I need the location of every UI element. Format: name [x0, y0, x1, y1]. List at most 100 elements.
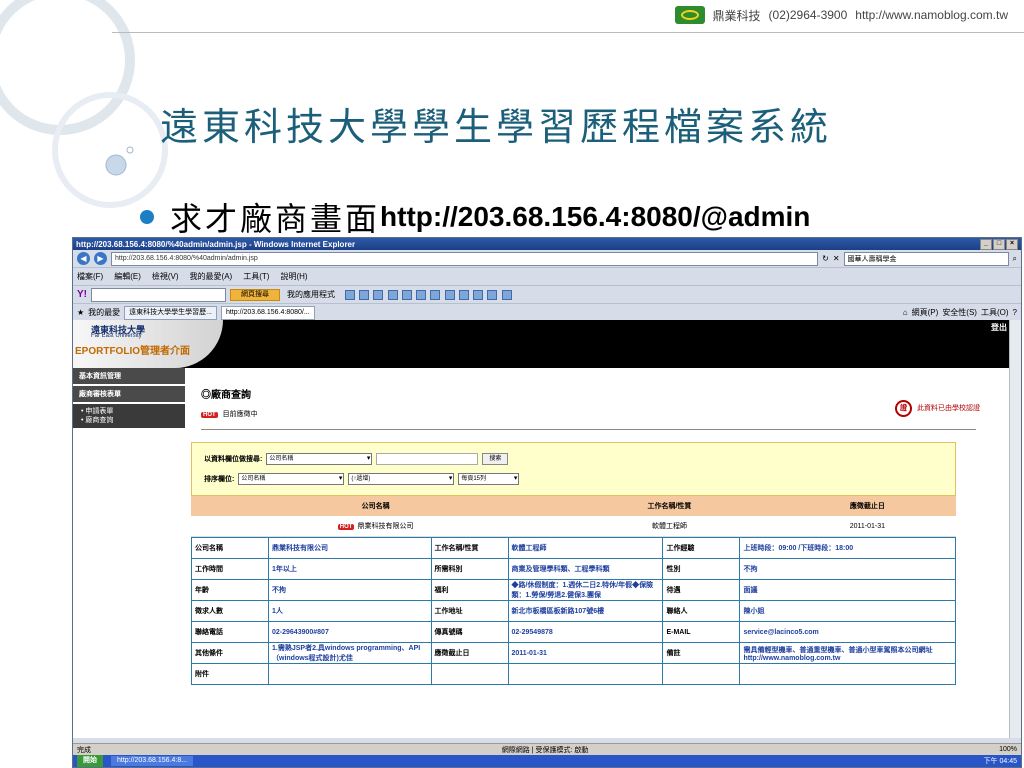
toolbar-icon-5[interactable] — [401, 289, 412, 300]
detail-value: 軟體工程師 — [507, 537, 664, 559]
tab-admin[interactable]: http://203.68.156.4:8080/... — [221, 305, 315, 320]
detail-label: 應徵截止日 — [430, 642, 509, 664]
back-icon[interactable]: ◀ — [77, 252, 90, 265]
maximize-icon[interactable]: □ — [993, 238, 1005, 250]
detail-label: E-MAIL — [662, 621, 741, 643]
vertical-scrollbar[interactable] — [1009, 320, 1021, 738]
menu-tools[interactable]: 工具(T) — [243, 271, 269, 282]
toolbar-icon-12[interactable] — [501, 289, 512, 300]
table-row[interactable]: HOT 鼎業科技有限公司 軟體工程師 2011-01-31 — [191, 516, 956, 537]
toolbar-icon-7[interactable] — [430, 289, 441, 300]
window-titlebar: http://203.68.156.4:8080/%40admin/admin.… — [73, 238, 1021, 250]
favorites-star-icon[interactable]: ★ — [77, 308, 84, 317]
close-icon[interactable]: × — [1006, 238, 1018, 250]
start-button[interactable]: 開始 — [77, 755, 103, 767]
sidebar-item-basic-info[interactable]: 基本資訊管理 — [73, 368, 185, 384]
sort-field-select[interactable]: 公司名稱 — [238, 473, 345, 485]
apps-button[interactable]: 我的應用程式 — [284, 289, 338, 300]
address-field[interactable]: http://203.68.156.4:8080/%40admin/admin.… — [111, 251, 819, 266]
clock: 下午 04:45 — [983, 758, 1017, 765]
search-field-label: 以資料欄位做搜尋: — [204, 456, 263, 463]
detail-value: 陳小姐 — [739, 600, 956, 622]
per-page-select[interactable]: 每頁15列 — [458, 473, 520, 485]
toolbar-icon-3[interactable] — [373, 289, 384, 300]
search-field-select[interactable]: 公司名稱 — [266, 453, 373, 465]
zoom-level[interactable]: 100% — [999, 746, 1017, 753]
detail-value — [507, 663, 664, 685]
toolbar-icon-8[interactable] — [444, 289, 455, 300]
web-search-button[interactable]: 網頁搜尋 — [230, 288, 280, 301]
yahoo-search-input[interactable] — [91, 287, 226, 302]
detail-table: 公司名稱 鼎業科技有限公司 工作名稱/性質 軟體工程師 工作經驗 上班時段：09:00 /… — [191, 537, 956, 685]
favorites-button[interactable]: 我的最愛 — [88, 307, 120, 318]
sort-order-select[interactable]: (↑遞增) — [348, 473, 455, 485]
bullet-line: 求才廠商畫面 http://203.68.156.4:8080/@admin — [140, 194, 810, 240]
detail-label — [430, 663, 509, 685]
detail-value: service@lacinco5.com — [739, 621, 956, 643]
slide-header: 鼎業科技 (02)2964-3900 http://www.namoblog.c… — [674, 4, 1008, 26]
company-logo-icon — [674, 6, 705, 24]
menu-file[interactable]: 檔案(F) — [77, 271, 103, 282]
detail-label: 工作地址 — [430, 600, 509, 622]
certification-text: 此資料已由學校認證 — [917, 405, 980, 412]
home-icon[interactable]: ⌂ — [903, 308, 908, 317]
forward-icon[interactable]: ▶ — [94, 252, 107, 265]
detail-label: 工作名稱/性質 — [430, 537, 509, 559]
table-row: 公司名稱 鼎業科技有限公司 工作名稱/性質 軟體工程師 工作經驗 上班時段：09:00 /… — [191, 537, 956, 559]
menu-help[interactable]: 說明(H) — [280, 271, 307, 282]
certified-stamp-icon: 證 — [895, 400, 913, 417]
table-row: 年齡 不拘 福利 ◆路/休假制度：1.週休二日2.特休/年假◆保險類：1.勞保/勞退2… — [191, 579, 956, 601]
logout-link[interactable]: 登出 — [991, 322, 1007, 333]
search-icon[interactable]: ⌕ — [1013, 254, 1017, 264]
toolbar-icon-4[interactable] — [387, 289, 398, 300]
tab-portfolio[interactable]: 遠東科技大學學生學習歷... — [124, 305, 218, 320]
toolbar-icon-11[interactable] — [487, 289, 498, 300]
cmd-page[interactable]: 網頁(P) — [912, 307, 939, 318]
hot-badge: HOT — [337, 524, 355, 530]
status-done: 完成 — [77, 746, 91, 754]
sidebar-link-vendor-search[interactable]: • 廠商查詢 — [81, 416, 179, 425]
sidebar-item-vendor-review[interactable]: 廠商審核表單 — [73, 386, 185, 402]
toolbar-icon-1[interactable] — [345, 289, 355, 300]
toolbar-icon-10[interactable] — [473, 289, 484, 300]
menu-favorites[interactable]: 我的最愛(A) — [190, 271, 233, 282]
status-line: HOT 目前應徵中 — [201, 409, 983, 419]
menu-edit[interactable]: 編輯(E) — [114, 271, 141, 282]
main-panel: ◎廠商查詢 HOT 目前應徵中 證 此資料已由學校認證 以資料欄位做搜尋: 公司… — [191, 368, 983, 685]
detail-label: 年齡 — [191, 579, 269, 601]
table-row: 附件 — [191, 663, 956, 685]
detail-label: 聯絡電話 — [191, 621, 269, 643]
detail-label: 公司名稱 — [191, 537, 269, 559]
minimize-icon[interactable]: _ — [980, 238, 992, 250]
taskbar-item-ie[interactable]: http://203.68.156.4:8... — [111, 756, 194, 766]
search-button[interactable]: 搜索 — [482, 453, 509, 465]
detail-label: 待遇 — [662, 579, 741, 601]
toolbar-icon-6[interactable] — [416, 289, 427, 300]
col-deadline: 應徵截止日 — [778, 496, 956, 516]
search-field[interactable]: 國華人壽稱學金 — [843, 251, 1009, 266]
detail-value: 上班時段：09:00 /下班時段：18:00 — [739, 537, 956, 559]
toolbar-icon-9[interactable] — [458, 289, 469, 300]
detail-label: 備註 — [662, 642, 741, 664]
detail-label: 其他條件 — [191, 642, 269, 664]
yahoo-logo-icon[interactable]: Y! — [77, 289, 87, 300]
detail-value: 02-29643900#807 — [268, 621, 432, 643]
detail-value — [739, 663, 956, 685]
company-website: http://www.namoblog.com.tw — [855, 8, 1008, 22]
cmd-tools[interactable]: 工具(O) — [981, 307, 1009, 318]
detail-value: 不拘 — [268, 579, 432, 601]
toolbar-icon-2[interactable] — [359, 289, 370, 300]
hot-badge: HOT — [201, 412, 218, 418]
stop-icon[interactable]: ✕ — [833, 254, 840, 263]
header-rule — [112, 32, 1024, 33]
help-icon[interactable]: ? — [1013, 308, 1017, 317]
menu-view[interactable]: 檢視(V) — [152, 271, 179, 282]
detail-label: 福利 — [430, 579, 509, 601]
menu-bar: 檔案(F) 編輯(E) 檢視(V) 我的最愛(A) 工具(T) 說明(H) — [73, 268, 1021, 286]
refresh-icon[interactable]: ↻ — [822, 254, 829, 263]
window-title: http://203.68.156.4:8080/%40admin/admin.… — [76, 239, 356, 249]
app-logo: 遠東科技大學 Far East University EPORTFOLIO管理者… — [73, 320, 223, 368]
cmd-security[interactable]: 安全性(S) — [942, 307, 977, 318]
search-keyword-input[interactable] — [376, 453, 479, 465]
sidebar-link-application[interactable]: • 申請表單 — [81, 407, 179, 416]
